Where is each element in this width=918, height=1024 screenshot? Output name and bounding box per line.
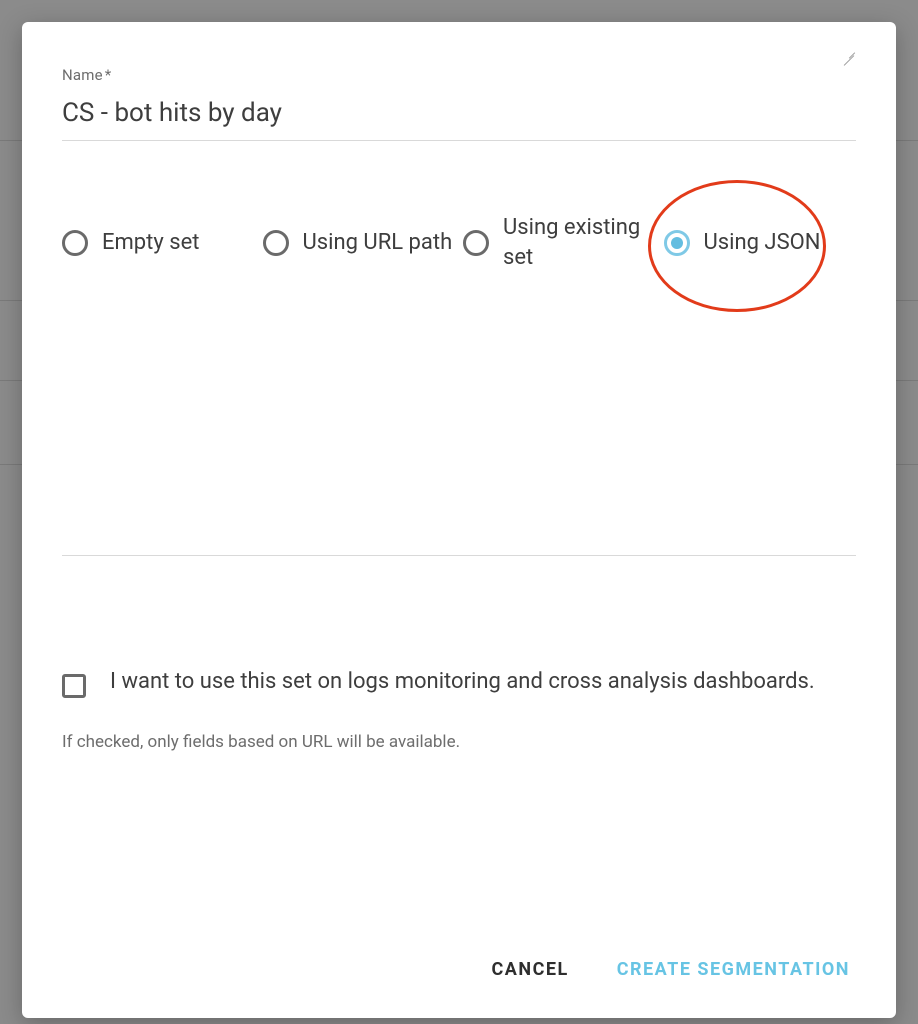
name-label-text: Name [62, 66, 103, 84]
radio-icon[interactable] [463, 230, 489, 256]
modal-backdrop: Name* Empty set Using URL path Using exi… [0, 0, 918, 1024]
radio-label: Empty set [102, 228, 199, 258]
cancel-button[interactable]: Cancel [486, 949, 575, 990]
creation-mode-radio-group: Empty set Using URL path Using existing … [62, 213, 856, 272]
checkbox-helper-text: If checked, only fields based on URL wil… [62, 732, 856, 752]
radio-option-using-url-path[interactable]: Using URL path [263, 228, 456, 258]
radio-option-using-json[interactable]: Using JSON [664, 228, 857, 258]
radio-label: Using URL path [303, 228, 453, 258]
radio-icon[interactable] [62, 230, 88, 256]
name-input[interactable] [62, 84, 856, 141]
resize-grip-icon [842, 50, 856, 64]
radio-icon[interactable] [263, 230, 289, 256]
logs-monitoring-checkbox-row[interactable]: I want to use this set on logs monitorin… [62, 666, 856, 698]
radio-label: Using existing set [503, 213, 656, 272]
create-segmentation-button[interactable]: Create Segmentation [611, 949, 856, 990]
checkbox-icon[interactable] [62, 674, 86, 698]
required-asterisk: * [105, 66, 112, 84]
dialog-actions: Cancel Create Segmentation [62, 925, 856, 990]
create-segmentation-dialog: Name* Empty set Using URL path Using exi… [22, 22, 896, 1018]
radio-label: Using JSON [704, 228, 821, 258]
name-field-label: Name* [62, 66, 856, 84]
radio-option-empty-set[interactable]: Empty set [62, 228, 255, 258]
radio-icon[interactable] [664, 230, 690, 256]
radio-option-using-existing-set[interactable]: Using existing set [463, 213, 656, 272]
checkbox-label: I want to use this set on logs monitorin… [110, 666, 815, 698]
json-textarea[interactable] [62, 316, 856, 556]
